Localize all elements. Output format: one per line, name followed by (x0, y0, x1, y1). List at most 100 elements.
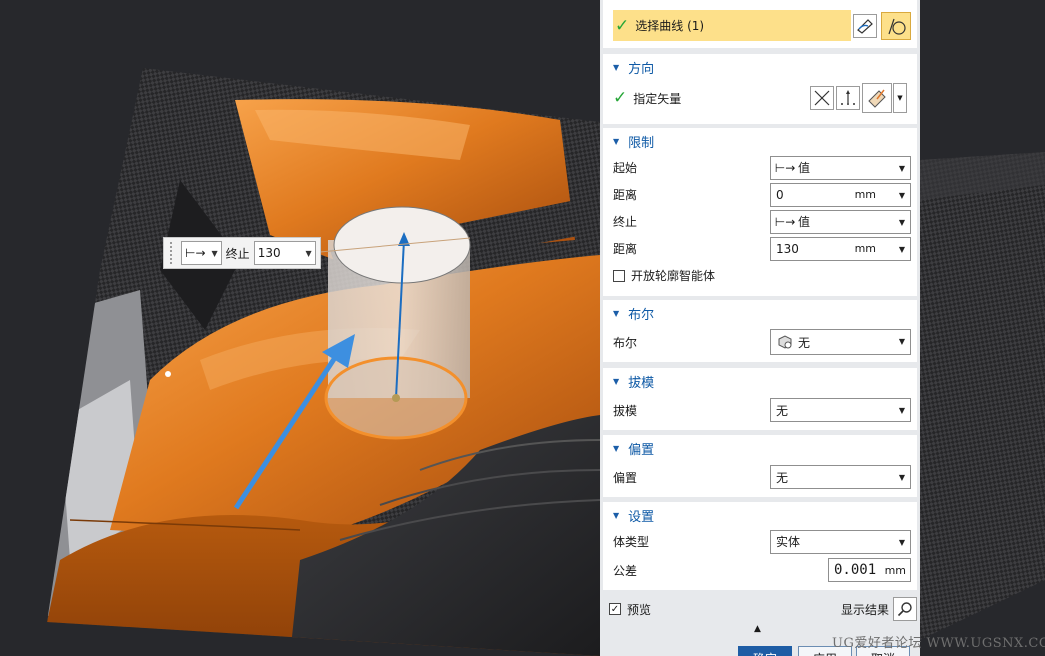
extrude-preview-cylinder[interactable] (319, 206, 471, 440)
chevron-down-icon: ▼ (898, 217, 905, 227)
body-type-row: 体类型 实体 ▼ (603, 528, 917, 555)
draft-label: 拔模 (613, 403, 638, 418)
collapse-triangle-icon: ▼ (613, 376, 620, 386)
section-title: 方向 (628, 61, 655, 77)
collapse-triangle-icon: ▼ (613, 136, 620, 146)
boolean-select[interactable]: 无 ▼ (770, 329, 911, 355)
offset-select[interactable]: 无 ▼ (770, 465, 911, 489)
select-curve-bar[interactable]: ✓ 选择曲线 (1) (613, 10, 851, 41)
vector-type-dropdown[interactable]: ▼ (893, 83, 907, 113)
section-draft: ▼ 拔模 拔模 无 ▼ (603, 368, 917, 430)
start-distance-row: 距离 0 mm ▼ (603, 181, 917, 208)
check-icon: ✓ (615, 15, 630, 36)
open-profile-checkbox[interactable] (613, 269, 625, 282)
chevron-down-icon: ▼ (897, 94, 903, 102)
limit-type-combo[interactable]: ⊢→ ▼ (181, 241, 222, 265)
section-header-draft[interactable]: ▼ 拔模 (603, 368, 917, 394)
section-title: 布尔 (628, 307, 655, 323)
end-limit-select[interactable]: ⊢→ 值 ▼ (770, 209, 911, 234)
chevron-down-icon: ▼ (898, 190, 905, 200)
section-offset: ▼ 偏置 偏置 无 ▼ (603, 435, 917, 497)
start-limit-select[interactable]: ⊢→ 值 ▼ (770, 155, 911, 180)
start-label: 起始 (613, 161, 638, 175)
open-profile-label: 开放轮廓智能体 (631, 269, 716, 283)
tolerance-unit: mm (884, 563, 906, 577)
chevron-down-icon: ▼ (898, 337, 905, 346)
body-type-select[interactable]: 实体 ▼ (770, 529, 911, 554)
preview-label: 预览 (627, 602, 652, 617)
collapse-triangle-icon: ▼ (613, 443, 620, 453)
on-screen-input-box[interactable]: ⊢→ ▼ 终止 130 ▼ (163, 237, 321, 269)
tolerance-row: 公差 0.001 mm (603, 555, 917, 585)
boolean-row: 布尔 无 ▼ (603, 326, 917, 358)
boolean-label: 布尔 (613, 335, 638, 350)
section-header-limits[interactable]: ▼ 限制 (603, 128, 917, 154)
section-header-settings[interactable]: ▼ 设置 (603, 502, 917, 528)
section-header-boolean[interactable]: ▼ 布尔 (603, 300, 917, 326)
end-label: 终止 (225, 246, 250, 261)
start-distance-input[interactable]: 0 mm ▼ (770, 182, 911, 207)
show-result-button[interactable] (893, 597, 917, 621)
section-boolean: ▼ 布尔 布尔 无 ▼ (603, 300, 917, 362)
section-settings: ▼ 设置 体类型 实体 ▼ 公差 0.001 mm (603, 502, 917, 590)
section-section-curve: ✓ 选择曲线 (1) (603, 0, 917, 48)
collapse-triangle-icon: ▼ (613, 308, 620, 318)
chevron-down-icon: ▼ (898, 244, 905, 254)
drag-handle[interactable] (170, 242, 174, 264)
end-value-input[interactable]: 130 ▼ (253, 241, 316, 265)
specify-vector-row[interactable]: ✓ 指定矢量 ▼ (603, 80, 917, 116)
body-type-value: 实体 (776, 535, 801, 549)
select-curve-label: 选择曲线 (1) (635, 19, 705, 33)
section-header-direction[interactable]: ▼ 方向 (603, 54, 917, 80)
watermark: UG爱好者论坛 WWW.UGSNX.COM (832, 636, 1045, 651)
curve-button[interactable] (881, 12, 911, 40)
curve-icon (888, 18, 906, 35)
reverse-direction-button[interactable] (810, 86, 834, 110)
end-distance-row: 距离 130 mm ▼ (603, 235, 917, 262)
specify-vector-label: 指定矢量 (633, 91, 682, 106)
open-profile-row[interactable]: 开放轮廓智能体 (603, 262, 917, 289)
limit-icon: ⊢→ (185, 246, 206, 260)
end-distance-value: 130 (776, 241, 799, 256)
face-normal-icon (868, 89, 886, 108)
section-limits: ▼ 限制 起始 ⊢→ 值 ▼ 距离 0 mm ▼ 终止 ⊢→ 值 ▼ 距离 13… (603, 128, 917, 296)
chevron-down-icon: ▼ (898, 537, 905, 547)
limit-value-icon: ⊢→ (774, 160, 796, 175)
end-distance-label: 距离 (613, 242, 638, 256)
vector-type-button[interactable] (862, 83, 892, 113)
start-limit-value: 值 (798, 161, 811, 175)
preview-checkbox[interactable]: ✓ (609, 603, 621, 615)
sketch-section-button[interactable] (853, 14, 877, 38)
boolean-value: 无 (798, 335, 811, 350)
graphics-viewport[interactable]: ⊢→ ▼ 终止 130 ▼ (0, 0, 600, 656)
preview-row: ✓ 预览 显示结果 (603, 594, 917, 624)
vector-constructor-icon (841, 90, 855, 105)
check-icon: ✓ (613, 88, 628, 108)
offset-label: 偏置 (613, 470, 638, 485)
chevron-down-icon: ▼ (305, 248, 312, 258)
draft-select[interactable]: 无 ▼ (770, 398, 911, 422)
reverse-direction-icon (814, 90, 830, 106)
collapse-dialog-icon[interactable]: ▲ (754, 624, 761, 634)
chevron-down-icon: ▼ (898, 406, 905, 415)
body-type-label: 体类型 (613, 535, 650, 549)
extrude-dialog: ✓ 选择曲线 (1) ▼ 方向 ✓ 指定矢量 ▼ ▼ 限制 起始 ⊢→ 值 ▼ … (600, 0, 920, 656)
chevron-down-icon: ▼ (211, 248, 218, 258)
start-distance-value: 0 (776, 187, 784, 202)
car-model-scene[interactable] (0, 0, 600, 656)
vector-dialog-button[interactable] (836, 86, 860, 110)
collapse-triangle-icon: ▼ (613, 510, 620, 520)
ok-button[interactable]: 确定 (738, 646, 792, 656)
tolerance-input[interactable]: 0.001 mm (828, 558, 911, 582)
sketch-icon (857, 19, 873, 34)
chevron-down-icon: ▼ (898, 163, 905, 173)
unit-label: mm (854, 242, 876, 255)
graphics-viewport-right[interactable] (920, 0, 1045, 656)
offset-value: 无 (776, 470, 789, 485)
end-distance-input[interactable]: 130 mm ▼ (770, 236, 911, 261)
magnifier-icon (897, 602, 912, 617)
offset-row: 偏置 无 ▼ (603, 461, 917, 493)
tolerance-label: 公差 (613, 563, 638, 578)
end-label: 终止 (613, 215, 638, 229)
section-header-offset[interactable]: ▼ 偏置 (603, 435, 917, 461)
